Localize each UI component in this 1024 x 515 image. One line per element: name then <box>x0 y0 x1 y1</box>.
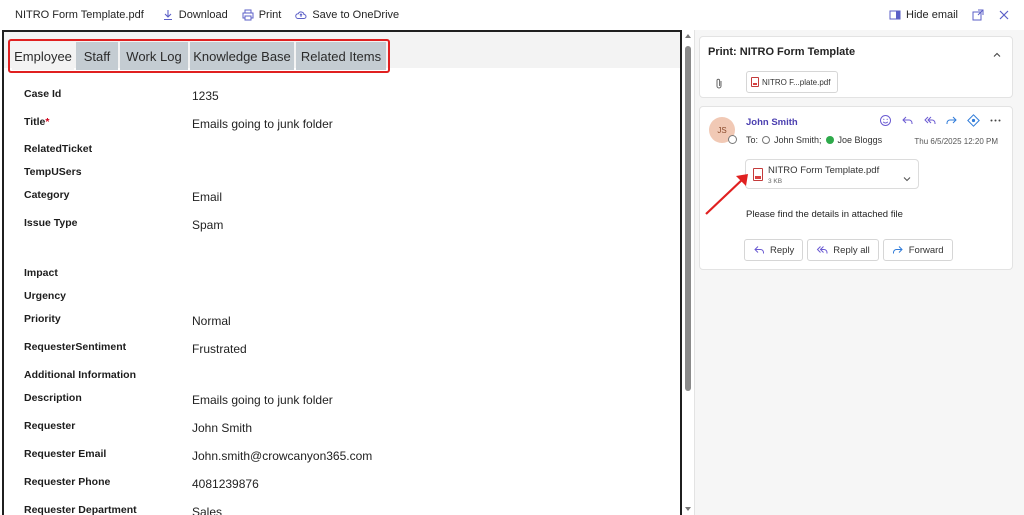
message-date: Thu 6/5/2025 12:20 PM <box>914 137 998 146</box>
recipient-joe-bloggs[interactable]: Joe Bloggs <box>838 135 883 145</box>
collapse-chevron-icon[interactable] <box>992 47 1002 57</box>
scroll-down-arrow[interactable] <box>685 507 691 511</box>
to-prefix: To: <box>746 135 759 145</box>
sender-name[interactable]: John Smith <box>746 117 798 128</box>
hide-email-label: Hide email <box>906 9 958 21</box>
field-value: Email <box>192 190 223 204</box>
presence-available-icon <box>825 136 834 144</box>
save-to-onedrive-button[interactable]: Save to OneDrive <box>295 9 399 21</box>
recipient-john-smith[interactable]: John Smith; <box>774 135 822 145</box>
reply-icon <box>754 246 764 254</box>
reply-icon[interactable] <box>901 114 914 127</box>
field-label: RequesterSentiment <box>24 341 127 353</box>
more-options-icon[interactable] <box>989 114 1002 127</box>
save-label: Save to OneDrive <box>312 9 400 21</box>
download-button[interactable]: Download <box>162 9 228 21</box>
loop-app-icon[interactable] <box>967 114 980 127</box>
reply-all-label: Reply all <box>833 244 870 256</box>
field-value: John.smith@crowcanyon365.com <box>192 449 373 463</box>
field-label-text: Title <box>24 116 46 128</box>
print-card: Print: NITRO Form Template NITRO F...pla… <box>699 36 1013 98</box>
attachment-name: NITRO Form Template.pdf <box>768 165 880 176</box>
tabs-highlight-box <box>8 39 390 73</box>
field-label: Category <box>24 189 70 201</box>
reply-all-icon <box>817 246 828 254</box>
scroll-up-arrow[interactable] <box>685 34 691 38</box>
field-value: Frustrated <box>192 342 247 356</box>
field-label: Additional Information <box>24 369 136 381</box>
pdf-icon <box>751 77 759 87</box>
pop-out-button[interactable] <box>972 9 984 21</box>
field-value: Normal <box>192 314 231 328</box>
top-toolbar: NITRO Form Template.pdf Download Print S… <box>0 0 1024 30</box>
reply-label: Reply <box>770 244 795 256</box>
field-label: Requester Email <box>24 448 107 460</box>
hide-panel-icon <box>889 9 901 21</box>
print-label: Print <box>258 9 282 21</box>
field-label: Urgency <box>24 290 67 302</box>
field-label: Description <box>24 392 82 404</box>
download-icon <box>162 9 174 21</box>
print-button[interactable]: Print <box>242 9 282 21</box>
field-value: Emails going to junk folder <box>192 393 333 407</box>
recipients-line: To: John Smith; Joe Bloggs <box>746 135 882 145</box>
field-label: Requester <box>24 420 76 432</box>
message-actions <box>879 114 1002 127</box>
field-label: Impact <box>24 267 58 279</box>
close-button[interactable] <box>998 9 1010 21</box>
printer-icon <box>242 9 254 21</box>
field-label: TempUSers <box>24 166 82 178</box>
message-attachment[interactable]: NITRO Form Template.pdf 3 KB <box>745 159 919 189</box>
attachment-chip[interactable]: NITRO F...plate.pdf <box>746 71 838 93</box>
presence-status-icon <box>728 135 737 144</box>
field-label: Case Id <box>24 88 62 100</box>
emoji-reaction-icon[interactable] <box>879 114 892 127</box>
paperclip-icon <box>714 77 724 89</box>
forward-label: Forward <box>908 244 944 256</box>
document-viewer: Employee Staff Work Log Knowledge Base R… <box>2 30 682 515</box>
forward-icon <box>892 246 903 254</box>
field-value: 1235 <box>192 89 219 103</box>
file-name: NITRO Form Template.pdf <box>15 9 144 21</box>
reply-button[interactable]: Reply <box>744 239 804 261</box>
required-marker: * <box>45 116 50 128</box>
cloud-upload-icon <box>295 9 307 21</box>
annotation-arrow-icon <box>705 174 748 215</box>
field-value: 4081239876 <box>192 477 259 491</box>
field-value: Emails going to junk folder <box>192 117 333 131</box>
email-panel: Print: NITRO Form Template NITRO F...pla… <box>694 30 1024 515</box>
forward-button[interactable]: Forward <box>882 239 953 261</box>
attachment-chip-label: NITRO F...plate.pdf <box>762 77 831 87</box>
presence-away-icon <box>762 136 771 144</box>
download-label: Download <box>178 9 228 21</box>
chevron-down-icon[interactable] <box>902 170 912 182</box>
pop-out-icon <box>972 9 984 21</box>
scroll-thumb[interactable] <box>685 46 691 391</box>
field-label: Title* <box>24 116 50 128</box>
attachment-size: 3 KB <box>768 178 783 185</box>
reply-all-button[interactable]: Reply all <box>807 239 879 261</box>
field-label: Requester Department <box>24 504 137 515</box>
field-value: Sales <box>192 505 223 515</box>
field-value: Spam <box>192 218 224 232</box>
close-icon <box>998 9 1010 21</box>
field-value: John Smith <box>192 421 253 435</box>
message-body: Please find the details in attached file <box>746 209 903 220</box>
reply-buttons: Reply Reply all Forward <box>744 239 953 261</box>
field-label: RelatedTicket <box>24 143 93 155</box>
hide-email-button[interactable]: Hide email <box>889 9 958 21</box>
forward-icon[interactable] <box>945 114 958 127</box>
reply-all-icon[interactable] <box>923 114 936 127</box>
viewer-scrollbar[interactable] <box>682 30 694 515</box>
print-title: Print: NITRO Form Template <box>708 46 856 58</box>
field-label: Issue Type <box>24 217 78 229</box>
field-label: Requester Phone <box>24 476 111 488</box>
field-label: Priority <box>24 313 61 325</box>
